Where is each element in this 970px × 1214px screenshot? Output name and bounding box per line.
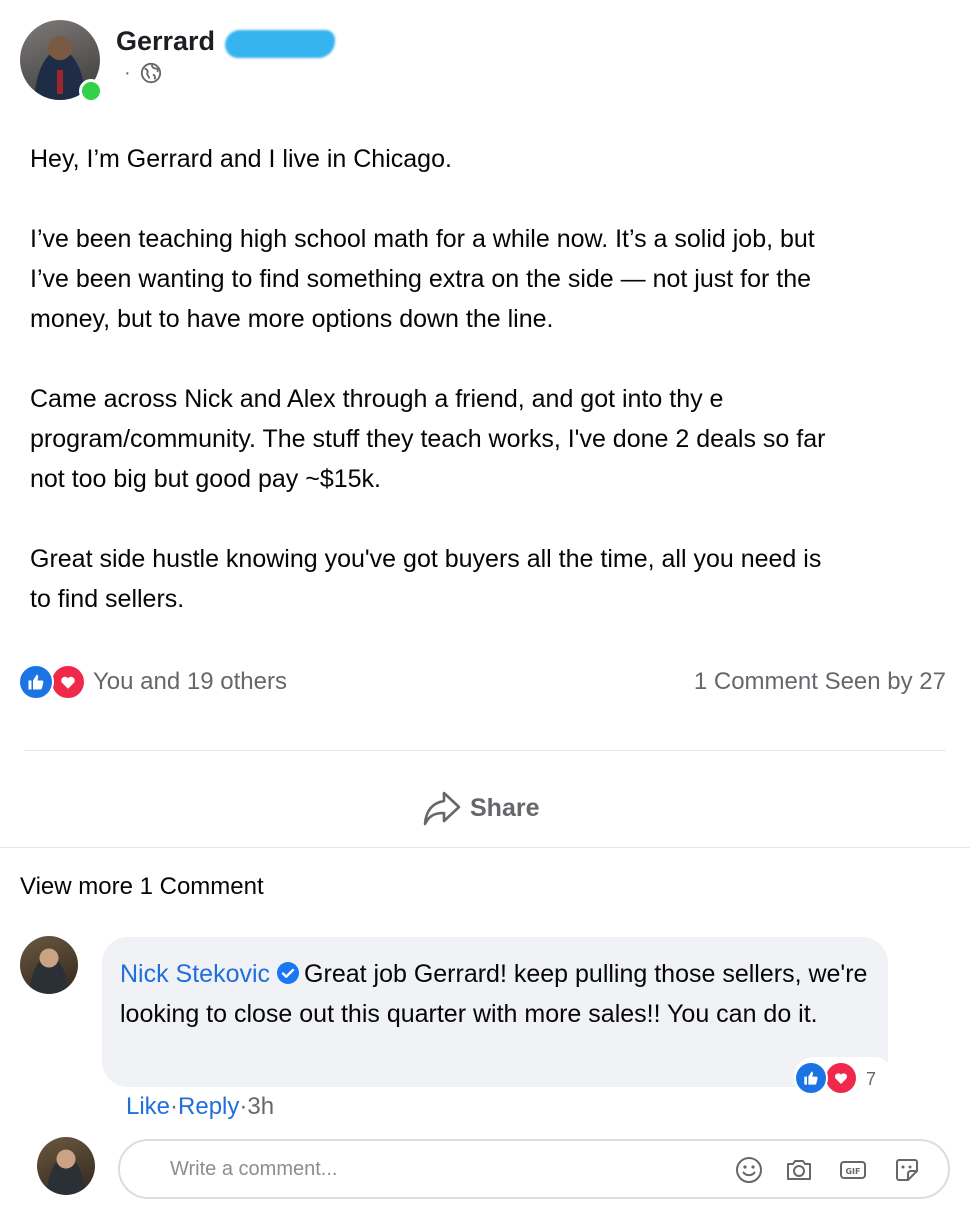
love-icon [50,664,86,700]
like-icon [18,664,54,700]
reaction-icons[interactable] [18,664,90,700]
verified-badge-icon [277,962,300,984]
post-paragraph: Came across Nick and Alex through a frie… [30,385,826,493]
reply-comment-link[interactable]: Reply [178,1093,239,1120]
svg-text:GIF: GIF [845,1167,860,1176]
comment-text-block: Nick Stekovic Great job Gerrard! keep pu… [120,954,880,1034]
online-status-indicator [79,79,103,103]
reactions-text[interactable]: You and 19 others [93,668,287,696]
post-paragraph: I’ve been teaching high school math for … [30,225,815,333]
share-icon [423,791,461,826]
divider [0,847,970,848]
post-body: Hey, I’m Gerrard and I live in Chicago. … [30,139,945,659]
divider [24,750,946,751]
love-icon [824,1061,858,1095]
avatar-tie [57,70,63,94]
comment-reactions[interactable]: 7 [794,1057,894,1097]
post-meta-separator: · [124,62,131,84]
commenter-avatar[interactable] [20,936,78,994]
share-button[interactable]: Share [422,786,539,830]
view-more-comments-link[interactable]: View more 1 Comment [20,873,264,901]
author-name[interactable]: Gerrard [116,26,215,57]
comment-timestamp[interactable]: 3h [247,1093,274,1120]
comment-bubble: Nick Stekovic Great job Gerrard! keep pu… [102,937,888,1087]
post-header: Gerrard · [20,20,420,103]
comment-composer: GIF [118,1139,950,1199]
comment-author[interactable]: Nick Stekovic [120,960,270,988]
comments-seen-stats[interactable]: 1 Comment Seen by 27 [694,668,946,696]
redacted-surname-mark [225,30,335,58]
post-paragraph: Hey, I’m Gerrard and I live in Chicago. [30,145,452,173]
comment-reaction-count: 7 [866,1069,877,1089]
current-user-avatar[interactable] [37,1137,95,1195]
emoji-icon[interactable] [734,1155,764,1185]
globe-icon[interactable] [140,62,162,84]
sticker-icon[interactable] [892,1155,922,1185]
reactions-summary-row: You and 19 others 1 Comment Seen by 27 [18,662,946,702]
separator-dot: · [170,1093,179,1120]
comment-actions: Like·Reply·3h [126,1093,274,1121]
like-comment-link[interactable]: Like [126,1093,170,1120]
camera-icon[interactable] [784,1155,814,1185]
comment-input[interactable] [168,1149,732,1189]
share-label: Share [470,793,540,822]
like-icon [794,1061,828,1095]
gif-icon[interactable]: GIF [838,1155,868,1185]
post-paragraph: Great side hustle knowing you've got buy… [30,545,822,613]
